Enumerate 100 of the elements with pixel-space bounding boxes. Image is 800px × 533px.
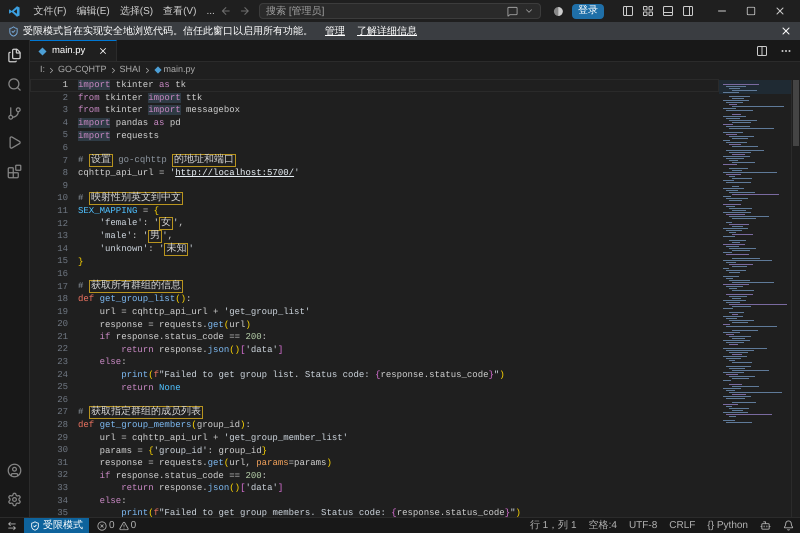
copilot-icon[interactable]	[760, 520, 771, 531]
code-line: url = cqhttp_api_url + 'get_group_list'	[98, 306, 310, 318]
warning-icon	[118, 520, 129, 530]
code-line: url = cqhttp_api_url + 'get_group_member_list'	[98, 432, 348, 444]
code-line: # 获取所有群组的信息	[78, 280, 183, 294]
line-number: 28	[56, 419, 68, 432]
menu-item[interactable]: 选择(S)	[114, 0, 158, 22]
line-number: 2	[62, 92, 68, 104]
line-number: 13	[56, 230, 68, 243]
line-number: 21	[56, 330, 68, 344]
code-line: import requests	[78, 130, 160, 142]
menu-item[interactable]: 查看(V)	[158, 0, 202, 22]
restricted-mode-button[interactable]: 受限模式	[24, 518, 89, 533]
toggle-secondary-sidebar-icon[interactable]	[682, 5, 694, 17]
code-line: else:	[98, 356, 127, 368]
banner-link[interactable]: 管理	[325, 24, 345, 38]
code-line: 'male': ' 男 ',	[98, 230, 174, 243]
warning-count[interactable]: 0	[130, 518, 136, 533]
code-line: }	[78, 256, 84, 268]
breadcrumb-item[interactable]: SHAI	[120, 63, 141, 77]
python-file-icon	[38, 46, 47, 56]
line-number: 3	[62, 104, 68, 117]
line-number: 14	[56, 242, 68, 256]
code-line: import tkinter as tk	[78, 79, 186, 92]
code-line: return None	[120, 382, 181, 394]
line-number: 19	[56, 306, 68, 318]
line-number: 22	[56, 343, 68, 356]
settings-icon[interactable]	[7, 492, 22, 507]
line-number: 7	[62, 154, 68, 168]
banner-link[interactable]: 了解详细信息	[357, 24, 417, 38]
line-number: 30	[56, 444, 68, 457]
menu-item[interactable]: ...	[201, 0, 220, 22]
code-line: SEX_MAPPING = {	[78, 205, 160, 218]
code-line: print(f"Failed to get group list. Status code: {response.status_code}")	[120, 368, 505, 381]
code-line: print(f"Failed to get group members. Status code: {response.status_code}")	[120, 507, 521, 517]
breadcrumb-item[interactable]: I:	[40, 63, 46, 77]
line-number: 18	[56, 293, 68, 306]
code-line: # 设置 go-cqhttp 的地址和端口	[78, 154, 236, 168]
code-line: # 获取指定群组的成员列表	[78, 406, 203, 420]
editor-tab[interactable]: main.py	[30, 40, 118, 61]
layout-icon[interactable]	[642, 5, 654, 17]
code-line: 'female': ' 女 ',	[98, 217, 184, 230]
breadcrumb-item[interactable]: GO-CQHTP	[58, 63, 107, 77]
toggle-sidebar-icon[interactable]	[622, 5, 634, 17]
menu-item[interactable]: 文件(F)	[28, 0, 72, 22]
account-icon[interactable]	[7, 463, 22, 478]
line-number: 5	[62, 129, 68, 142]
line-number: 29	[56, 432, 68, 444]
search-field[interactable]: 搜索 [管理员]	[259, 3, 542, 19]
line-number: 9	[62, 180, 68, 192]
code-line: 'unknown': ' 未知 '	[98, 242, 194, 256]
maximize-icon[interactable]	[746, 6, 756, 16]
line-number: 34	[56, 494, 68, 508]
status-item[interactable]: CRLF	[663, 518, 702, 533]
status-item[interactable]: 行 1，列 1	[524, 518, 583, 533]
login-button[interactable]: 登录	[572, 4, 604, 18]
status-item[interactable]: {} Python	[701, 518, 754, 533]
line-number: 17	[56, 280, 68, 294]
code-line: import pandas as pd	[78, 117, 181, 130]
remote-icon	[7, 520, 17, 530]
close-tab-icon[interactable]	[98, 46, 108, 56]
app-logo-icon	[8, 4, 21, 18]
line-number: 33	[56, 482, 68, 495]
menu-item[interactable]: 编辑(E)	[71, 0, 115, 22]
line-number: 4	[62, 116, 68, 130]
line-number: 32	[56, 469, 68, 482]
line-number: 8	[62, 167, 68, 180]
search-icon[interactable]	[7, 77, 22, 92]
scrollbar[interactable]	[791, 80, 800, 517]
status-item[interactable]: 空格:4	[582, 518, 623, 533]
code-line: else:	[98, 494, 127, 507]
code-line: response = requests.get(url, params=params)	[98, 457, 332, 470]
line-number: 27	[56, 406, 68, 420]
search-placeholder: 搜索 [管理员]	[266, 4, 324, 18]
close-icon[interactable]	[780, 25, 792, 37]
code-line: response = requests.get(url)	[98, 318, 251, 331]
error-icon	[97, 520, 107, 530]
line-number: 15	[56, 255, 68, 268]
source-control-icon[interactable]	[7, 106, 22, 121]
split-editor-icon[interactable]	[756, 44, 768, 56]
line-number: 11	[56, 204, 68, 218]
notifications-icon[interactable]	[783, 520, 794, 531]
breadcrumb-item[interactable]: main.py	[164, 63, 196, 77]
run-debug-icon[interactable]	[7, 135, 22, 150]
account-icon[interactable]	[553, 6, 564, 16]
extensions-icon[interactable]	[7, 164, 22, 179]
back-icon[interactable]	[220, 5, 232, 17]
line-number: 1	[62, 79, 68, 92]
line-number: 12	[56, 218, 68, 230]
close-icon[interactable]	[774, 5, 786, 17]
status-item[interactable]: UTF-8	[622, 518, 664, 533]
code-line: def get_group_list():	[78, 293, 192, 306]
line-number: 10	[56, 192, 68, 205]
line-number: 20	[56, 318, 68, 331]
explorer-icon[interactable]	[7, 48, 22, 63]
forward-icon[interactable]	[239, 5, 252, 17]
toggle-panel-icon[interactable]	[662, 5, 674, 17]
code-line: params = {'group_id': group_id}	[98, 444, 268, 457]
error-count[interactable]: 0	[109, 518, 115, 533]
chat-icon[interactable]	[507, 6, 518, 16]
